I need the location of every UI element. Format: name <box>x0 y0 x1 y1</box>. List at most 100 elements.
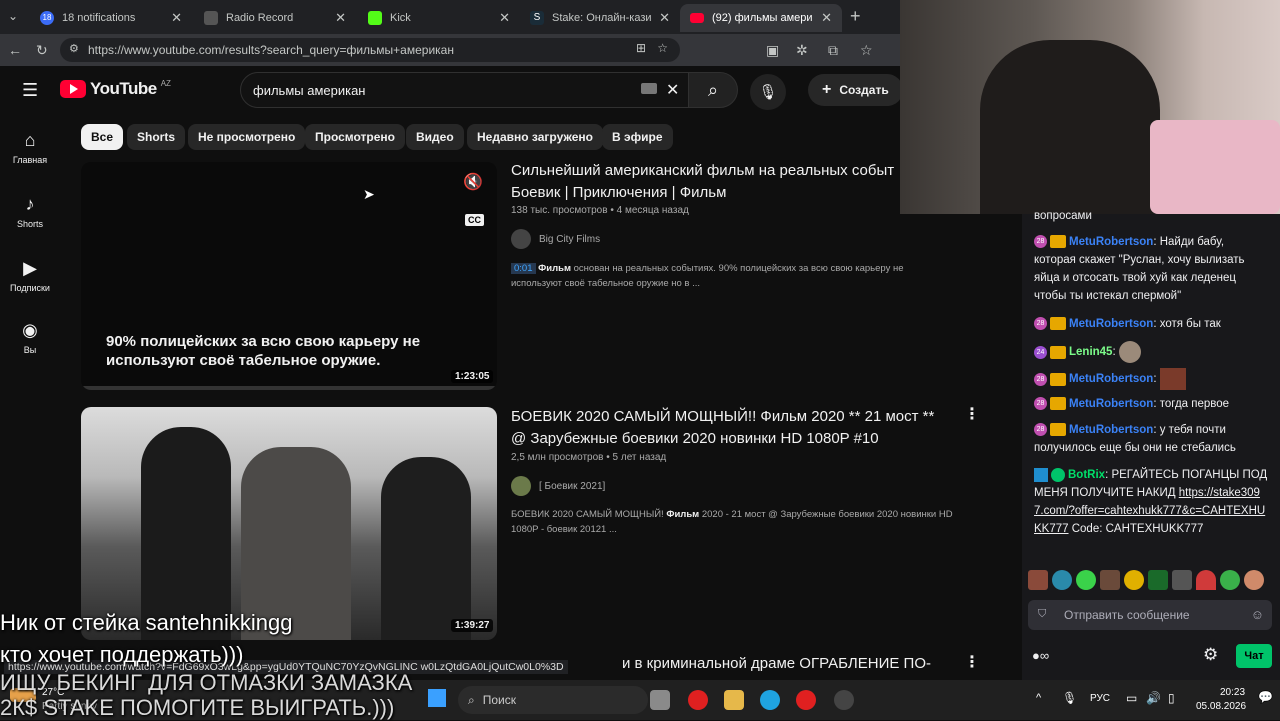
emote-icon[interactable] <box>1028 570 1048 590</box>
language-indicator[interactable]: РУС <box>1090 693 1110 704</box>
chip-recent[interactable]: Недавно загружено <box>467 124 603 150</box>
clear-icon[interactable]: ✕ <box>666 80 679 100</box>
chat-message: 28 MetuRobertson: Найди бабу, которая ска… <box>1034 233 1269 305</box>
more-options-icon[interactable]: ⋮ <box>964 652 980 672</box>
emote-icon[interactable] <box>1076 570 1096 590</box>
tab-list-icon[interactable]: ⌄ <box>8 9 18 23</box>
search-button[interactable]: ⌕ <box>688 72 738 108</box>
sidebar-item-label: Shorts <box>16 219 43 229</box>
address-bar[interactable]: ⚙ https://www.youtube.com/results?search… <box>60 38 680 62</box>
close-icon[interactable]: ✕ <box>171 10 182 26</box>
chat-username[interactable]: MetuRobertson <box>1069 398 1153 410</box>
sidebar-item-home[interactable]: ⌂ Главная <box>0 130 60 165</box>
chip-watched[interactable]: Просмотрено <box>305 124 406 150</box>
video-title[interactable]: и в криминальной драме ОГРАБЛЕНИЕ ПО- <box>622 653 962 675</box>
sidebar-item-shorts[interactable]: ♪ Shorts <box>0 194 60 229</box>
chip-all[interactable]: Все <box>81 124 124 150</box>
notification-icon[interactable]: 💬 <box>1258 690 1273 704</box>
menu-icon[interactable]: ☰ <box>22 80 38 101</box>
back-icon[interactable]: ← <box>8 42 22 58</box>
close-icon[interactable]: ✕ <box>821 10 832 26</box>
edge-icon[interactable] <box>760 690 780 710</box>
site-info-icon[interactable]: ⚙ <box>69 42 79 55</box>
logo-text: YouTube <box>90 79 157 98</box>
network-icon[interactable]: ▭ <box>1126 691 1137 705</box>
emoji-icon[interactable]: ☺ <box>1251 607 1264 622</box>
muted-icon[interactable]: 🔇 <box>463 172 483 192</box>
chat-username[interactable]: MetuRobertson <box>1069 236 1153 248</box>
extension-icon[interactable]: ▣ <box>766 42 779 59</box>
tab-radio-record[interactable]: Radio Record ✕ <box>194 4 356 32</box>
tray-chevron-icon[interactable]: ^ <box>1036 692 1041 704</box>
sub-badge-icon: 28 <box>1034 235 1047 249</box>
tab-kick[interactable]: Kick ✕ <box>358 4 520 32</box>
reload-icon[interactable]: ↻ <box>36 42 48 59</box>
chat-input[interactable]: ⛉ Отправить сообщение ☺ <box>1028 600 1272 630</box>
emote-icon[interactable] <box>1100 570 1120 590</box>
sidebar-item-subscriptions[interactable]: ▶ Подписки <box>0 258 60 293</box>
more-options-icon[interactable]: ⋮ <box>964 404 980 424</box>
close-icon[interactable]: ✕ <box>335 10 346 26</box>
sidebar-item-you[interactable]: ◉ Вы <box>0 320 60 355</box>
timestamp-chip[interactable]: 0:01 <box>511 263 536 274</box>
points-icon[interactable]: ●∞ <box>1032 648 1049 663</box>
app-icon[interactable]: ⊞ <box>636 41 646 55</box>
keyboard-icon[interactable] <box>641 83 657 94</box>
emote-icon[interactable] <box>1172 570 1192 590</box>
close-icon[interactable]: ✕ <box>499 10 510 26</box>
channel-link[interactable]: [ Боевик 2021] <box>511 476 605 496</box>
chat-username[interactable]: Lenin45 <box>1069 346 1112 358</box>
new-tab-icon[interactable]: + <box>850 6 861 27</box>
chat-username[interactable]: MetuRobertson <box>1069 318 1153 330</box>
obs-icon[interactable] <box>834 690 854 710</box>
emote-icon[interactable] <box>1244 570 1264 590</box>
video-title[interactable]: БОЕВИК 2020 САМЫЙ МОЩНЫЙ!! Фильм 2020 **… <box>511 406 951 450</box>
channel-link[interactable]: Big City Films <box>511 229 600 249</box>
taskbar-search[interactable]: ⌕ Поиск <box>458 686 648 714</box>
video-thumbnail[interactable]: 1:39:27 <box>81 407 497 640</box>
emote-icon[interactable] <box>1052 570 1072 590</box>
shorts-icon: ♪ <box>25 194 35 214</box>
tab-youtube[interactable]: (92) фильмы американ ✕ <box>680 4 842 32</box>
create-button[interactable]: + Создать <box>808 74 903 106</box>
chat-username[interactable]: MetuRobertson <box>1069 373 1153 385</box>
chat-username[interactable]: BotRix <box>1068 469 1105 481</box>
mic-icon[interactable]: 🎙 <box>1062 691 1077 705</box>
chip-unwatched[interactable]: Не просмотрено <box>188 124 306 150</box>
chat-username[interactable]: MetuRobertson <box>1069 424 1153 436</box>
split-icon[interactable]: ⧉ <box>828 42 838 59</box>
chip-shorts[interactable]: Shorts <box>127 124 186 150</box>
tab-notifications[interactable]: 18 18 notifications ✕ <box>30 4 192 32</box>
emote-icon[interactable] <box>1196 570 1216 590</box>
emote-icon[interactable] <box>1124 570 1144 590</box>
emote-icon[interactable] <box>1148 570 1168 590</box>
favorite-star-icon[interactable]: ☆ <box>657 41 668 55</box>
chat-send-button[interactable]: Чат <box>1236 644 1272 668</box>
tab-label: Radio Record <box>226 12 294 24</box>
youtube-logo[interactable]: YouTube AZ <box>60 79 171 99</box>
video-thumbnail[interactable]: 🔇 CC 90% полицейских за всю свою карьеру… <box>81 162 497 390</box>
search-icon: ⌕ <box>707 79 719 100</box>
folder-icon[interactable] <box>724 690 744 710</box>
volume-icon[interactable]: 🔊 <box>1146 691 1161 705</box>
sub-badge-icon: 28 <box>1034 372 1047 386</box>
task-view-icon[interactable] <box>650 690 670 710</box>
voice-search-button[interactable]: 🎙 <box>750 74 786 110</box>
yandex-browser-icon[interactable] <box>796 690 816 710</box>
yandex-icon[interactable] <box>688 690 708 710</box>
chip-live[interactable]: В эфире <box>602 124 673 150</box>
video-title[interactable]: Сильнейший американский фильм на реальны… <box>511 160 911 204</box>
tab-stake[interactable]: S Stake: Онлайн-казино и ✕ <box>520 4 680 32</box>
puzzle-icon[interactable]: ✲ <box>796 42 808 59</box>
gear-icon[interactable]: ⚙ <box>1203 645 1218 665</box>
clock-date[interactable]: 05.08.2026 <box>1196 701 1246 712</box>
battery-icon[interactable]: ▯ <box>1168 691 1175 705</box>
close-icon[interactable]: ✕ <box>659 10 670 26</box>
favorites-icon[interactable]: ☆ <box>860 42 873 59</box>
chip-videos[interactable]: Видео <box>406 124 464 150</box>
clock-time[interactable]: 20:23 <box>1220 687 1245 698</box>
windows-start-icon[interactable] <box>428 689 446 707</box>
captions-icon[interactable]: CC <box>465 214 484 226</box>
search-input[interactable]: фильмы американ ✕ <box>240 72 690 108</box>
emote-icon[interactable] <box>1220 570 1240 590</box>
